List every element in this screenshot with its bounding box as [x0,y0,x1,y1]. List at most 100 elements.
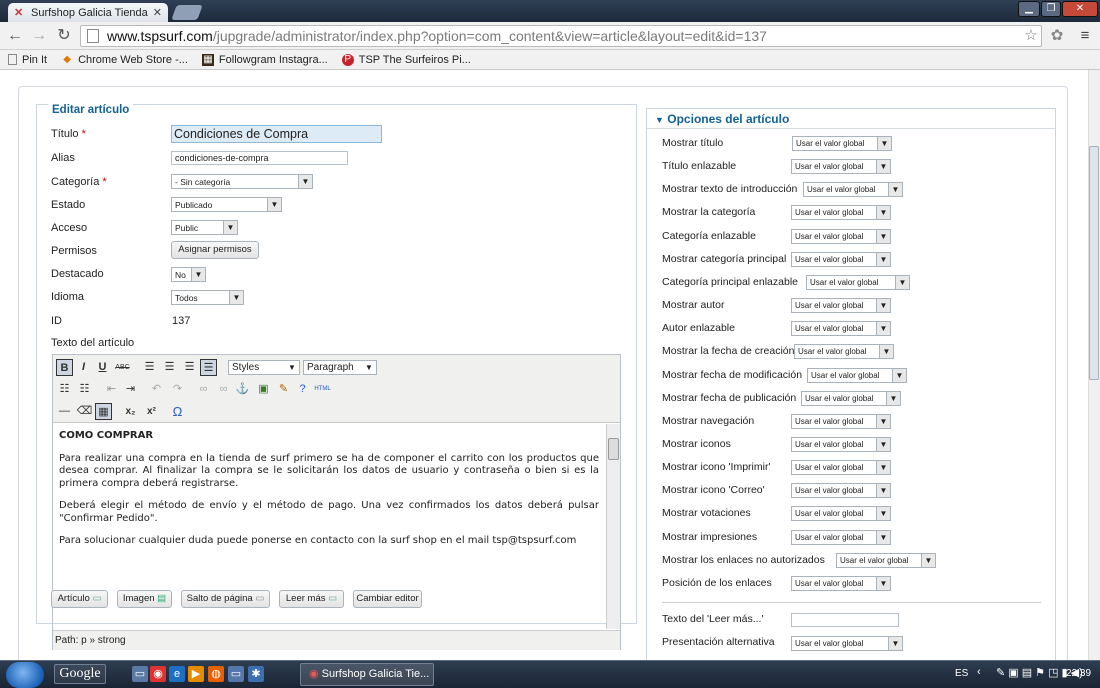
undo-icon[interactable]: ↶ [148,381,165,398]
align-left-icon[interactable]: ☰ [141,359,158,376]
subscript-icon[interactable]: x₂ [122,403,139,420]
close-window-button[interactable]: ✕ [1062,1,1098,17]
access-value: Public [175,223,199,233]
explorer-icon[interactable]: ▭ [132,666,148,682]
option-select[interactable]: Usar el valor global ▼ [791,460,891,476]
bookmark-tsp-pinterest[interactable]: P TSP The Surfeiros Pi... [341,53,471,66]
remove-format-icon[interactable]: ⌫ [76,403,93,420]
format-select[interactable]: Paragraph ▼ [303,360,377,375]
anchor-icon[interactable]: ⚓ [234,381,251,398]
bookmark-pin-it[interactable]: Pin It [8,54,47,66]
maximize-button[interactable]: ❐ [1041,1,1061,17]
taskbar-chrome-window[interactable]: ◉ Surfshop Galicia Tie... [300,663,434,686]
cleanup-icon[interactable]: ✎ [275,381,292,398]
windows-start-button[interactable] [6,662,44,688]
menu-icon[interactable]: ≡ [1074,25,1096,47]
state-select[interactable]: Publicado ▼ [171,197,282,212]
help-icon[interactable]: ? [294,381,311,398]
numbered-list-icon[interactable]: ☷ [76,381,93,398]
article-options-header[interactable]: ▼ Opciones del artículo [647,109,1055,129]
horizontal-rule-icon[interactable]: — [56,403,73,420]
indent-icon[interactable]: ⇥ [122,381,139,398]
option-select[interactable]: Usar el valor global ▼ [791,205,891,221]
align-right-icon[interactable]: ☰ [181,359,198,376]
editor-scrollbar[interactable] [606,424,620,629]
superscript-icon[interactable]: x² [143,403,160,420]
minimize-button[interactable]: ▁ [1018,1,1040,17]
access-select[interactable]: Public ▼ [171,220,238,235]
app-icon[interactable]: ✱ [248,666,264,682]
align-justify-icon[interactable]: ☰ [200,359,217,376]
alias-input[interactable]: condiciones-de-compra [171,151,348,165]
option-select[interactable]: Usar el valor global ▼ [791,159,891,175]
strikethrough-icon[interactable]: ABC [114,359,131,376]
firefox-icon[interactable]: ◍ [208,666,224,682]
option-select[interactable]: Usar el valor global ▼ [791,483,891,499]
read-more-text-input[interactable] [791,613,899,627]
underline-icon[interactable]: U [94,359,111,376]
assign-permissions-button[interactable]: Asignar permisos [171,241,259,259]
redo-icon[interactable]: ↷ [169,381,186,398]
image-button[interactable]: Imagen ▤ [117,590,172,608]
visual-aid-icon[interactable]: ▦ [95,403,112,420]
featured-select[interactable]: No ▼ [171,267,206,282]
bookmark-chrome-web-store[interactable]: ◆ Chrome Web Store -... [61,54,188,66]
styles-select[interactable]: Styles ▼ [228,360,300,375]
option-select[interactable]: Usar el valor global ▼ [794,344,894,360]
back-arrow-icon[interactable]: ← [4,25,26,47]
option-select[interactable]: Usar el valor global ▼ [791,529,891,545]
page-scrollbar-thumb[interactable] [1089,146,1099,380]
option-select[interactable]: Usar el valor global ▼ [792,136,892,151]
language-select[interactable]: Todos ▼ [171,290,244,305]
html-source-icon[interactable]: HTML [314,381,331,398]
tray-expand-icon[interactable]: ‹ [977,666,981,678]
option-select[interactable]: Usar el valor global ▼ [806,274,910,290]
article-button[interactable]: Artículo ▭ [51,590,108,608]
reload-icon[interactable]: ↻ [53,25,75,47]
image-icon[interactable]: ▣ [255,381,272,398]
category-select[interactable]: - Sin categoría ▼ [171,174,313,189]
desktop-icon[interactable]: ▭ [228,666,244,682]
option-select[interactable]: Usar el valor global ▼ [791,251,891,267]
forward-arrow-icon[interactable]: → [28,25,50,47]
bullet-list-icon[interactable]: ☷ [56,381,73,398]
option-label: Mostrar icono 'Correo' [662,484,765,497]
browser-tab[interactable]: ✕ Surfshop Galicia Tienda c ✕ [8,3,168,22]
language-indicator[interactable]: ES [955,668,968,679]
bold-icon[interactable]: B [56,359,73,376]
option-select[interactable]: Usar el valor global ▼ [791,436,891,452]
option-select[interactable]: Usar el valor global ▼ [791,506,891,522]
option-select[interactable]: Usar el valor global ▼ [791,298,891,314]
clock[interactable]: 22:39 [1066,668,1091,679]
chevron-down-icon: ▼ [365,363,373,372]
option-select[interactable]: Usar el valor global ▼ [807,367,907,383]
bookmark-followgram[interactable]: ▦ Followgram Instagra... [201,53,328,66]
google-toolbar-button[interactable]: Google [54,664,106,684]
alternative-layout-select[interactable]: Usar el valor global ▼ [791,636,903,651]
address-bar[interactable]: www.tspsurf.com/jupgrade/administrator/i… [80,25,1042,47]
italic-icon[interactable]: I [75,359,92,376]
internet-explorer-icon[interactable]: e [169,666,185,682]
extension-icon[interactable]: ✿ [1046,25,1068,47]
option-select[interactable]: Usar el valor global ▼ [803,182,903,198]
special-char-icon[interactable]: Ω [169,403,186,420]
unlink-icon[interactable]: ∞ [215,381,232,398]
outdent-icon[interactable]: ⇤ [103,381,120,398]
link-icon[interactable]: ∞ [195,381,212,398]
media-player-icon[interactable]: ▶ [188,666,204,682]
close-tab-icon[interactable]: ✕ [153,6,162,19]
option-select[interactable]: Usar el valor global ▼ [791,321,891,337]
read-more-button[interactable]: Leer más ▭ [279,590,344,608]
option-select[interactable]: Usar el valor global ▼ [801,390,901,406]
title-input[interactable]: Condiciones de Compra [171,125,382,143]
option-select[interactable]: Usar el valor global ▼ [836,552,936,568]
option-select[interactable]: Usar el valor global ▼ [791,575,891,591]
star-icon[interactable]: ☆ [1020,25,1042,47]
align-center-icon[interactable]: ☰ [161,359,178,376]
option-select[interactable]: Usar el valor global ▼ [791,413,891,429]
editor-scrollbar-thumb[interactable] [608,438,619,460]
option-select[interactable]: Usar el valor global ▼ [791,228,891,244]
chrome-icon[interactable]: ◉ [150,666,166,682]
toggle-editor-button[interactable]: Cambiar editor [353,590,422,608]
page-break-button[interactable]: Salto de página ▭ [181,590,270,608]
